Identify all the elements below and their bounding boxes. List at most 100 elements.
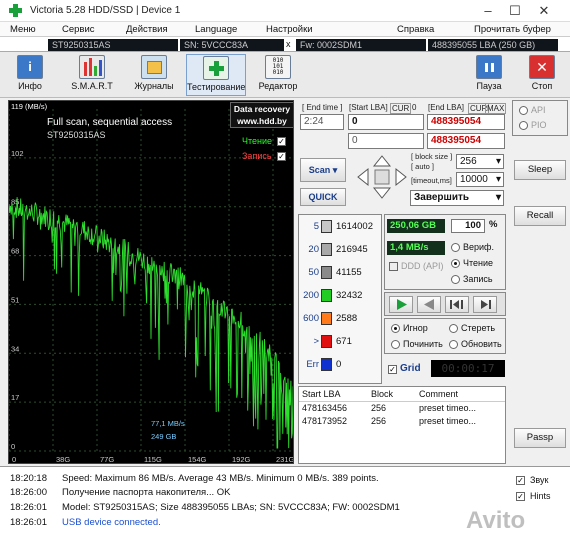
latency-threshold: 600 — [303, 313, 319, 324]
scan-button[interactable]: Scan ▾ — [300, 158, 346, 182]
current-speed: 77,1 MB/s — [151, 419, 185, 428]
hints-checkbox[interactable]: ✓ — [516, 492, 525, 501]
menu-item[interactable]: Настройки — [266, 24, 313, 35]
finish-action-select[interactable]: Завершить ▾ — [410, 190, 504, 206]
grid-label: Grid — [400, 363, 421, 374]
y-tick-label: 0 — [11, 442, 15, 451]
minimize-button[interactable]: – — [475, 2, 501, 20]
latency-color-swatch[interactable] — [321, 358, 332, 371]
latency-count: 216945 — [336, 244, 368, 255]
latency-color-swatch[interactable] — [321, 266, 332, 279]
latency-color-swatch[interactable] — [321, 289, 332, 302]
menu-item[interactable]: Справка — [397, 24, 434, 35]
cell-comment: preset timeo... — [419, 415, 477, 426]
direction-pad[interactable] — [354, 154, 410, 200]
latency-color-swatch[interactable] — [321, 312, 332, 325]
app-icon — [9, 4, 22, 17]
drive-model: ST9250315AS — [48, 39, 178, 51]
latency-color-swatch[interactable] — [321, 243, 332, 256]
latency-color-swatch[interactable] — [321, 220, 332, 233]
read-legend-checkbox[interactable]: ✓ — [277, 137, 286, 146]
end-time-field[interactable]: 2:24 — [300, 114, 344, 130]
timeout-label: [timeout,ms] — [411, 176, 452, 185]
api-label: API — [531, 105, 546, 115]
passp-button[interactable]: Passp — [514, 428, 566, 448]
skip-back-button[interactable] — [445, 296, 469, 313]
sound-checkbox[interactable]: ✓ — [516, 476, 525, 485]
end-lba-field-2[interactable]: 488395054 — [427, 133, 505, 149]
y-tick-label: 68 — [11, 247, 19, 256]
table-row[interactable]: 478163456 256 preset timeo... — [299, 401, 505, 414]
x-tick-label: 192G — [232, 455, 251, 464]
refresh-radio[interactable] — [449, 340, 458, 349]
erase-radio[interactable] — [449, 324, 458, 333]
ddd-api-checkbox[interactable] — [389, 262, 398, 271]
current-position: 249 GB — [151, 432, 177, 441]
verify-radio[interactable] — [451, 243, 460, 252]
pause-label: Пауза — [476, 81, 502, 91]
write-legend-checkbox[interactable]: ✓ — [277, 152, 286, 161]
log-text: Model: ST9250315AS; Size 488395055 LBAs;… — [62, 502, 400, 513]
close-drive-icon[interactable]: x — [286, 39, 291, 49]
latency-threshold: Err — [306, 359, 319, 370]
stop-button[interactable]: ✕ Стоп — [514, 54, 570, 96]
repair-label: Починить — [403, 339, 443, 349]
smart-button[interactable]: S.M.A.R.T — [62, 54, 122, 96]
menu-item[interactable]: Language — [195, 24, 237, 35]
menu-bar: Меню Сервис Действия Language Настройки … — [0, 22, 570, 37]
hints-label: Hints — [530, 491, 551, 501]
drive-info-bar: ST9250315AS SN: 5VCCC83A x Fw: 0002SDM1 … — [0, 37, 570, 52]
close-button[interactable]: ✕ — [531, 2, 557, 20]
latency-threshold: 5 — [313, 221, 319, 232]
play-button[interactable] — [389, 296, 413, 313]
playback-controls — [384, 292, 506, 316]
grid-checkbox[interactable]: ✓ — [388, 365, 397, 374]
testing-button[interactable]: Тестирование — [186, 54, 246, 96]
right-panel: API PIO Sleep Recall Passp — [508, 100, 570, 464]
timeout-select[interactable]: 10000 ▾ — [456, 172, 504, 187]
log-time: 18:26:00 — [10, 487, 47, 498]
cell-start-lba: 478163456 — [302, 402, 348, 413]
log-row: 18:26:01 USB device connected. — [10, 517, 161, 528]
log-time: 18:26:01 — [10, 517, 47, 528]
pause-button[interactable]: Пауза — [461, 54, 517, 96]
cell-block: 256 — [371, 415, 387, 426]
journals-label: Журналы — [134, 81, 174, 91]
menu-item[interactable]: Прочитать буфер — [474, 24, 551, 35]
pio-radio[interactable] — [519, 121, 528, 130]
write-radio[interactable] — [451, 275, 460, 284]
error-table-grid: Start LBA Block Comment 478163456 256 pr… — [299, 387, 505, 427]
erase-label: Стереть — [461, 323, 496, 333]
api-radio[interactable] — [519, 106, 528, 115]
menu-item[interactable]: Сервис — [62, 24, 95, 35]
sleep-button[interactable]: Sleep — [514, 160, 566, 180]
table-row[interactable]: 478173952 256 preset timeo... — [299, 414, 505, 427]
menu-item[interactable]: Меню — [10, 24, 36, 35]
journals-button[interactable]: Журналы — [124, 54, 184, 96]
data-recovery-badge[interactable]: Data recovery www.hdd.by — [230, 102, 293, 128]
y-tick-label: 17 — [11, 393, 19, 402]
repair-radio[interactable] — [391, 340, 400, 349]
back-button[interactable] — [417, 296, 441, 313]
quick-button[interactable]: QUICK — [300, 188, 346, 206]
ignore-radio[interactable] — [391, 324, 400, 333]
recovery-line-2: www.hdd.by — [237, 116, 287, 126]
end-lba-field[interactable]: 488395054 — [427, 114, 505, 130]
read-radio[interactable] — [451, 259, 460, 268]
skip-end-button[interactable] — [473, 296, 497, 313]
stop-icon: ✕ — [529, 55, 555, 79]
skip-back-icon — [450, 300, 463, 309]
latency-count: 41155 — [336, 267, 362, 278]
start-lba-field-2[interactable]: 0 — [348, 133, 424, 149]
menu-item[interactable]: Действия — [126, 24, 168, 35]
info-button[interactable]: i Инфо — [0, 54, 60, 96]
start-lba-field[interactable]: 0 — [348, 114, 424, 130]
block-size-select[interactable]: 256 ▾ — [456, 154, 504, 169]
recall-button[interactable]: Recall — [514, 206, 566, 226]
maximize-button[interactable]: ☐ — [502, 2, 528, 20]
info-label: Инфо — [18, 81, 42, 91]
latency-threshold: > — [313, 336, 319, 347]
editor-button[interactable]: 010 101 010 Редактор — [248, 54, 308, 96]
latency-counters: 5 1614002 20 216945 50 41155 200 32432 600 2588 >6… — [298, 214, 382, 384]
latency-color-swatch[interactable] — [321, 335, 332, 348]
